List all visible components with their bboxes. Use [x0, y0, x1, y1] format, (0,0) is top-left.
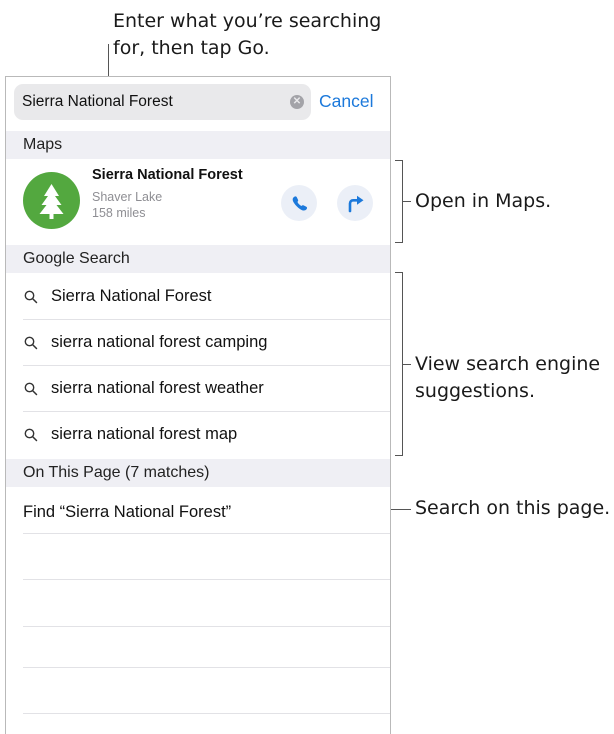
callout-view-suggestions-line2: suggestions.	[415, 380, 535, 402]
row-divider	[23, 713, 390, 714]
suggestion-text: sierra national forest map	[51, 425, 238, 443]
tree-icon	[23, 172, 80, 229]
phone-icon	[292, 196, 308, 211]
call-button[interactable]	[281, 185, 317, 221]
callout-view-suggestions-line1: View search engine	[415, 353, 601, 375]
safari-search-panel: Sierra National Forest ✕ Cancel Maps Sie…	[5, 76, 391, 734]
section-header-on-this-page: On This Page (7 matches)	[6, 459, 390, 487]
search-icon	[24, 428, 38, 442]
search-input[interactable]: Sierra National Forest	[22, 93, 173, 111]
suggestions-bracket-leader	[402, 364, 411, 365]
callout-search-page: Search on this page.	[415, 497, 611, 519]
section-header-google-label: Google Search	[23, 250, 130, 267]
search-icon	[24, 290, 38, 304]
maps-result-title: Sierra National Forest	[92, 167, 243, 183]
row-divider	[23, 579, 390, 580]
row-divider	[23, 626, 390, 627]
maps-bracket-bottom	[395, 242, 403, 243]
suggestion-text: Sierra National Forest	[51, 287, 212, 305]
section-header-maps: Maps	[6, 131, 390, 159]
suggestion-item[interactable]: sierra national forest map	[6, 412, 390, 458]
row-divider	[23, 667, 390, 668]
section-header-on-this-page-label: On This Page (7 matches)	[23, 464, 210, 481]
maps-result[interactable]: Sierra National Forest Shaver Lake 158 m…	[6, 159, 390, 242]
find-on-page-text: Find “Sierra National Forest”	[23, 503, 232, 521]
suggestion-item[interactable]: sierra national forest camping	[6, 320, 390, 366]
suggestions-bracket-bottom	[395, 455, 403, 456]
section-header-maps-label: Maps	[23, 136, 63, 153]
find-on-page-item[interactable]: Find “Sierra National Forest”	[6, 489, 390, 537]
maps-result-location: Shaver Lake	[92, 190, 163, 204]
callout-open-in-maps: Open in Maps.	[415, 190, 552, 212]
search-icon	[24, 382, 38, 396]
search-field[interactable]: Sierra National Forest ✕	[14, 84, 311, 120]
search-bar: Sierra National Forest ✕ Cancel	[6, 77, 390, 128]
callout-enter-search-line2: for, then tap Go.	[113, 37, 270, 59]
suggestion-text: sierra national forest camping	[51, 333, 268, 351]
callout-view-suggestions: View search engine suggestions.	[415, 351, 600, 405]
clear-icon[interactable]: ✕	[290, 95, 304, 109]
suggestion-item[interactable]: Sierra National Forest	[6, 274, 390, 320]
callout-enter-search: Enter what you’re searching for, then ta…	[113, 8, 381, 62]
search-icon	[24, 336, 38, 350]
directions-arrow-icon	[348, 195, 364, 213]
cancel-button[interactable]: Cancel	[319, 91, 373, 112]
section-header-google: Google Search	[6, 245, 390, 273]
suggestion-text: sierra national forest weather	[51, 379, 264, 397]
maps-result-distance: 158 miles	[92, 206, 146, 220]
callout-enter-search-line1: Enter what you’re searching	[113, 10, 382, 32]
directions-button[interactable]	[337, 185, 373, 221]
row-divider	[23, 533, 390, 534]
maps-bracket-leader	[402, 201, 411, 202]
suggestion-item[interactable]: sierra national forest weather	[6, 366, 390, 412]
